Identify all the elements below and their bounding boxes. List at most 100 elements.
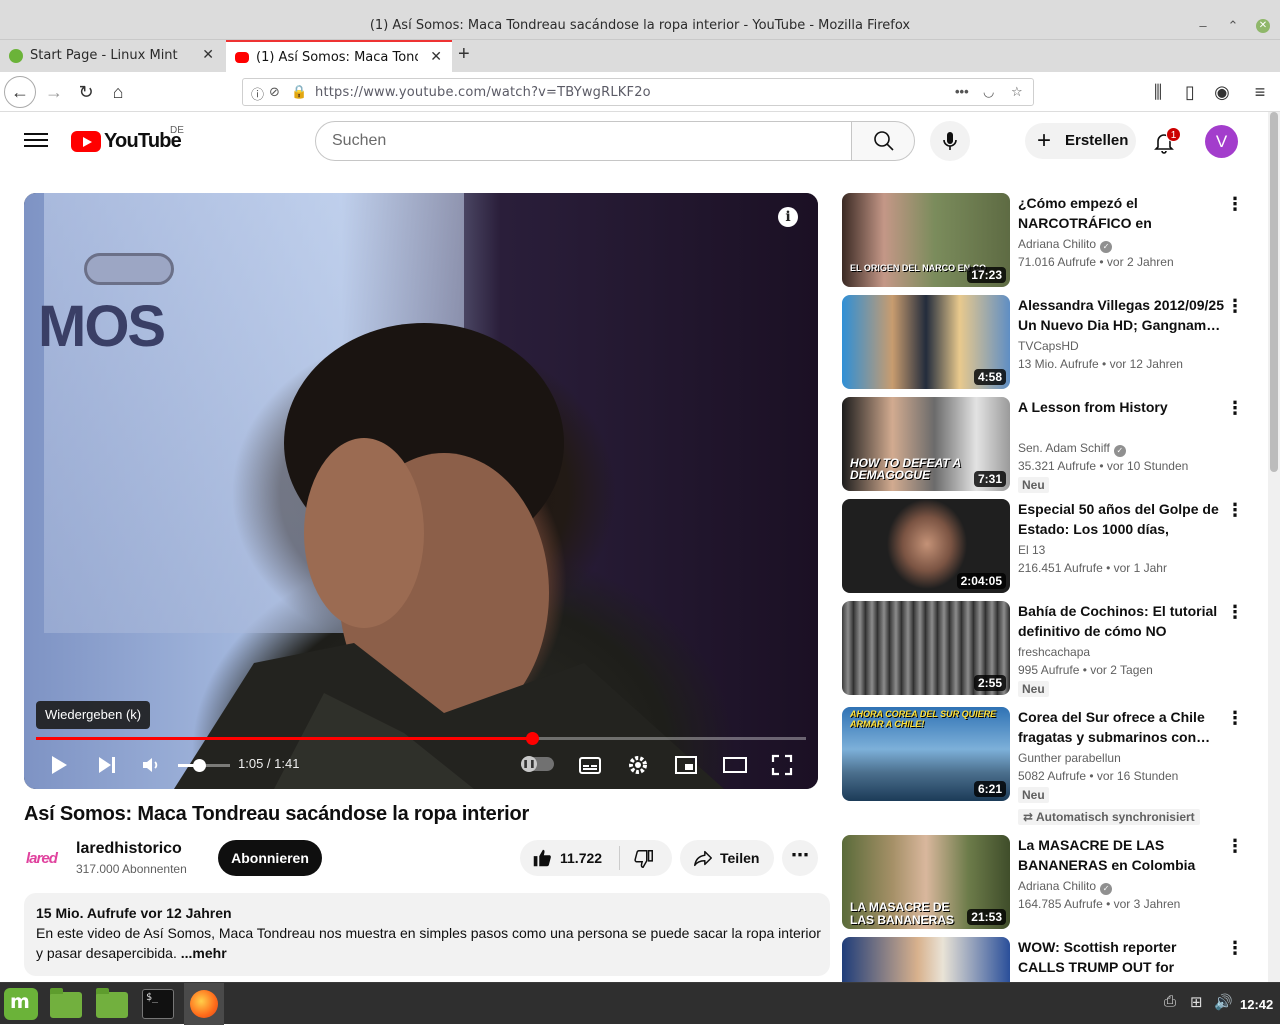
account-icon[interactable]: ◉ xyxy=(1210,80,1234,104)
show-more-link[interactable]: ...mehr xyxy=(181,945,227,961)
video-thumbnail[interactable]: LA MASACRE DE LAS BANANERAS 21:53 xyxy=(842,835,1010,929)
share-button[interactable]: Teilen xyxy=(680,840,774,876)
video-frame[interactable]: MOS xyxy=(24,193,818,789)
tab-start-page[interactable]: Start Page - Linux Mint ✕ xyxy=(0,40,224,72)
page-actions-icon[interactable]: ••• xyxy=(955,84,969,99)
info-card-icon[interactable]: i xyxy=(778,207,798,227)
recommendation-item[interactable]: 2:55 Bahía de Cochinos: El tutorial defi… xyxy=(842,601,1244,701)
recommendation-title[interactable]: Corea del Sur ofrece a Chile fragatas y … xyxy=(1018,707,1224,747)
recommendation-title[interactable]: A Lesson from History xyxy=(1018,397,1224,417)
bookmark-star-icon[interactable]: ☆ xyxy=(1011,84,1023,100)
recommendation-title[interactable]: La MASACRE DE LAS BANANERAS en Colombia xyxy=(1018,835,1224,875)
volume-slider[interactable] xyxy=(178,759,230,772)
video-thumbnail[interactable]: 4:58 xyxy=(842,295,1010,389)
play-button[interactable] xyxy=(48,753,70,777)
video-thumbnail[interactable]: EL ORIGEN DEL NARCO EN CO 17:23 xyxy=(842,193,1010,287)
more-vert-icon[interactable]: ⋮ xyxy=(1226,603,1244,621)
like-button[interactable]: 11.722 xyxy=(520,840,619,876)
clock[interactable]: 12:42 xyxy=(1240,997,1273,1012)
tab-youtube[interactable]: (1) Así Somos: Maca Tondreau sacándose l… xyxy=(226,40,452,72)
recommendation-channel[interactable]: freshcachapa xyxy=(1018,645,1090,659)
scrollbar-thumb[interactable] xyxy=(1270,112,1278,472)
guide-menu-button[interactable] xyxy=(24,130,48,150)
more-vert-icon[interactable]: ⋮ xyxy=(1226,297,1244,315)
voice-search-button[interactable] xyxy=(930,121,970,161)
url-bar[interactable]: ⓘ ⊘ 🔒 https://www.youtube.com/watch?v=TB… xyxy=(242,78,1034,106)
pocket-icon[interactable]: ◡ xyxy=(983,84,994,100)
account-avatar[interactable]: V xyxy=(1205,125,1238,158)
close-window-button[interactable]: ✕ xyxy=(1256,19,1270,33)
search-input[interactable]: Suchen xyxy=(315,121,852,161)
recommendation-title[interactable]: WOW: Scottish reporter CALLS TRUMP OUT f… xyxy=(1018,937,1224,977)
volume-knob[interactable] xyxy=(192,759,206,772)
minimize-button[interactable]: – xyxy=(1196,19,1210,33)
recommendation-title[interactable]: Alessandra Villegas 2012/09/25 Un Nuevo … xyxy=(1018,295,1224,335)
subtitles-button[interactable] xyxy=(578,753,602,777)
more-vert-icon[interactable]: ⋮ xyxy=(1226,709,1244,727)
subscribe-button[interactable]: Abonnieren xyxy=(218,840,322,876)
video-thumbnail[interactable]: 2:55 xyxy=(842,601,1010,695)
terminal-icon[interactable]: $_ xyxy=(142,989,174,1019)
miniplayer-button[interactable] xyxy=(674,753,698,777)
recommendation-channel[interactable]: Gunther parabellun xyxy=(1018,751,1121,765)
page-scrollbar[interactable] xyxy=(1268,112,1280,982)
notifications-button[interactable]: 1 xyxy=(1150,126,1181,156)
theater-mode-button[interactable] xyxy=(722,753,748,777)
more-vert-icon[interactable]: ⋮ xyxy=(1226,501,1244,519)
recommendation-channel[interactable]: Adriana Chilito ✓ xyxy=(1018,879,1113,895)
create-button[interactable]: + Erstellen xyxy=(1025,123,1136,159)
hamburger-menu-icon[interactable]: ≡ xyxy=(1248,80,1272,104)
recommendation-channel[interactable]: Adriana Chilito ✓ xyxy=(1018,237,1113,253)
reload-button[interactable]: ↻ xyxy=(74,80,98,104)
maximize-button[interactable]: ⌃ xyxy=(1226,19,1240,33)
close-tab-icon[interactable]: ✕ xyxy=(430,49,442,65)
recommendation-title[interactable]: Especial 50 años del Golpe de Estado: Lo… xyxy=(1018,499,1224,539)
mute-button[interactable] xyxy=(140,753,162,777)
mint-menu-button[interactable]: m xyxy=(4,988,38,1020)
recommendation-channel[interactable]: Sen. Adam Schiff ✓ xyxy=(1018,441,1126,457)
volume-tray-icon[interactable]: 🔊 xyxy=(1214,993,1233,1011)
recommendation-item[interactable]: 4:58 Alessandra Villegas 2012/09/25 Un N… xyxy=(842,295,1244,395)
search-button[interactable] xyxy=(851,121,915,161)
permissions-icon[interactable]: ⊘ xyxy=(269,84,280,100)
next-button[interactable] xyxy=(96,753,118,777)
progress-scrubber[interactable] xyxy=(525,732,539,745)
recommendation-title[interactable]: Bahía de Cochinos: El tutorial definitiv… xyxy=(1018,601,1224,641)
more-vert-icon[interactable]: ⋮ xyxy=(1226,939,1242,957)
description-box[interactable]: 15 Mio. Aufrufe vor 12 Jahren En este vi… xyxy=(24,893,830,976)
recommendation-item[interactable]: AHORA COREA DEL SUR QUIERE ARMAR A CHILE… xyxy=(842,707,1244,807)
channel-name[interactable]: laredhistorico xyxy=(76,840,182,858)
library-icon[interactable]: ⫼ xyxy=(1146,80,1170,104)
recommendation-item[interactable]: HOW TO DEFEAT A DEMAGOGUE 7:31 A Lesson … xyxy=(842,397,1244,497)
more-vert-icon[interactable]: ⋮ xyxy=(1226,837,1244,855)
recommendation-title[interactable]: ¿Cómo empezó el NARCOTRÁFICO en Colombia… xyxy=(1018,193,1224,233)
home-button[interactable]: ⌂ xyxy=(106,80,130,104)
sidebar-icon[interactable]: ▯ xyxy=(1178,80,1202,104)
more-vert-icon[interactable]: ⋮ xyxy=(1226,399,1244,417)
recommendation-item[interactable]: LA MASACRE DE LAS BANANERAS 21:53 La MAS… xyxy=(842,835,1244,935)
recommendation-channel[interactable]: El 13 xyxy=(1018,543,1045,557)
settings-button[interactable] xyxy=(626,753,650,777)
more-vert-icon[interactable]: ⋮ xyxy=(1226,195,1244,213)
dislike-button[interactable] xyxy=(620,840,672,876)
progress-bar[interactable] xyxy=(36,732,806,745)
recommendation-item[interactable]: 2:04:05 Especial 50 años del Golpe de Es… xyxy=(842,499,1244,599)
channel-avatar[interactable]: lared xyxy=(24,840,64,880)
recommendation-item[interactable]: EL ORIGEN DEL NARCO EN CO 17:23 ¿Cómo em… xyxy=(842,193,1244,293)
printer-icon[interactable]: ⎙ xyxy=(1164,993,1176,1010)
lock-icon[interactable]: 🔒 xyxy=(291,84,307,100)
video-player[interactable]: MOS i Wiedergeben (k) 1:05 / 1:41 ❚❚ xyxy=(24,193,818,789)
new-tab-button[interactable]: + xyxy=(458,43,470,66)
firefox-taskbar-button[interactable] xyxy=(184,983,224,1025)
info-icon[interactable]: ⓘ xyxy=(251,84,264,103)
close-tab-icon[interactable]: ✕ xyxy=(202,47,214,63)
forward-button[interactable]: → xyxy=(42,80,66,104)
fullscreen-button[interactable] xyxy=(770,753,794,777)
recommendation-item[interactable]: WOW: Scottish reporter CALLS TRUMP OUT f… xyxy=(842,937,1242,982)
back-button[interactable]: ← xyxy=(4,76,36,108)
recommendation-channel[interactable]: TVCapsHD xyxy=(1018,339,1079,353)
files-folder-icon[interactable] xyxy=(50,988,82,1018)
url-text[interactable]: https://www.youtube.com/watch?v=TBYwgRLK… xyxy=(315,85,651,100)
video-thumbnail[interactable]: 2:04:05 xyxy=(842,499,1010,593)
more-actions-button[interactable]: ⋯ xyxy=(782,840,818,876)
